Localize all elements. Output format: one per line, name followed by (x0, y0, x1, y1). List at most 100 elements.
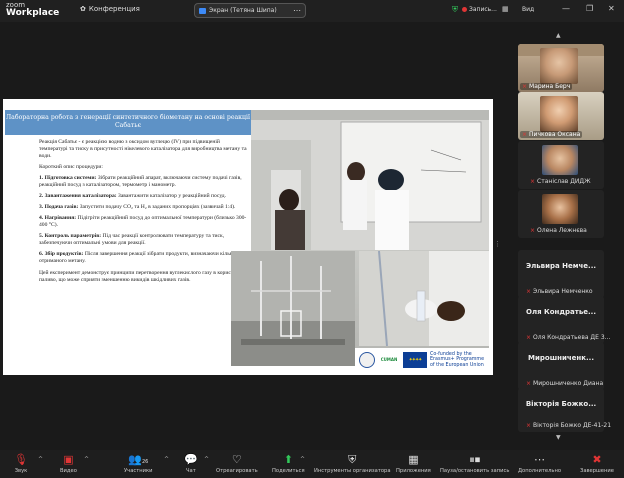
participant-tile[interactable]: Оля Кондратье... ⨯ Оля Кондратьева ДЕ 3.… (518, 296, 610, 344)
slide-title: Лабораторна робота з генерації синтетичн… (5, 110, 251, 135)
lab-photo-apparatus-drawing (231, 251, 355, 366)
chat-icon: 💬 (184, 453, 198, 466)
participant-name-tag: ⨯ Оля Кондратьева ДЕ 3... (526, 334, 611, 341)
participant-name-tag: ⨯ Вікторія Божко ДЕ-41-21 (526, 422, 612, 429)
participant-tile[interactable]: ⨯ Пичкова Оксана (518, 92, 604, 140)
mic-muted-icon: ⨯ (530, 227, 536, 234)
participant-name-tag: ⨯ Марина Берч (520, 83, 573, 90)
minimize-icon[interactable]: — (562, 4, 570, 13)
close-icon[interactable]: ✕ (608, 4, 615, 13)
chat-options-chevron-icon[interactable]: ^ (204, 456, 209, 463)
mic-muted-icon: ⨯ (526, 380, 532, 387)
participant-name-tag: ⨯ Эльвира Немченко (526, 288, 593, 295)
more-button[interactable]: ⋯ Дополнительно (518, 453, 561, 474)
erasmus-caption: Co-funded by the Erasmus+ Programme of t… (430, 351, 485, 368)
participant-display-name: Оля Кондратье... (526, 308, 596, 316)
share-screen-icon: ⬆ (283, 453, 293, 466)
slide-step: 5. Контроль параметрів: Під час реакції … (39, 233, 225, 246)
mic-button[interactable]: 🎙 Звук (14, 453, 28, 474)
video-off-icon: ▣ (63, 453, 74, 466)
eu-flag-icon: ✦✦✦✦ (403, 352, 427, 368)
participant-tile[interactable]: ⨯ Марина Берч (518, 44, 604, 92)
participants-button[interactable]: 👥26 Участники (124, 453, 153, 474)
participant-name-tag: ⨯ Пичкова Оксана (520, 131, 583, 138)
participant-video (540, 96, 578, 132)
mic-muted-icon: ⨯ (526, 288, 532, 295)
maximize-icon[interactable]: ❐ (586, 4, 593, 13)
participant-tile[interactable]: ⨯ Олена Лежнєва (518, 190, 604, 238)
video-options-chevron-icon[interactable]: ^ (84, 456, 89, 463)
screen-share-pill[interactable]: Экран (Тетяна Шипа) ⋯ (194, 3, 306, 18)
scroll-up-icon[interactable]: ▲ (556, 32, 561, 39)
recording-indicator[interactable]: Запись... (462, 6, 497, 13)
screen-share-label: Экран (Тетяна Шипа) (209, 7, 277, 14)
slide-intro: Реакція Сабатьє - є реакцією водню з окс… (39, 139, 247, 159)
participant-tile[interactable]: Мирошниченк... ⨯ Мирошниченко Диана (518, 342, 604, 390)
mic-muted-icon: ⨯ (530, 178, 536, 185)
record-dot-icon (462, 7, 467, 12)
participant-tile[interactable]: ⨯ Станіслав ДИДЖ (518, 141, 604, 189)
participant-display-name: Мирошниченк... (528, 354, 594, 362)
slide-step: 2. Завантаження каталізатора: Завантажит… (39, 193, 227, 199)
participant-video (540, 48, 578, 84)
react-button[interactable]: ♡ Отреагировать (216, 453, 258, 474)
share-options-chevron-icon[interactable]: ^ (300, 456, 305, 463)
slide-body: Реакція Сабатьє - є реакцією водню з окс… (39, 139, 247, 288)
screen-share-icon (199, 7, 206, 14)
mic-muted-icon: ⨯ (526, 422, 532, 429)
end-call-icon: ✖ (592, 453, 602, 466)
mic-muted-icon: 🎙 (14, 453, 28, 466)
slide-step: 6. Збір продуктів: Після завершення реак… (39, 251, 242, 264)
more-options-icon[interactable]: ⋯ (293, 6, 301, 15)
scroll-down-icon[interactable]: ▼ (556, 434, 561, 441)
recording-label: Запись... (469, 6, 497, 13)
slide-step: 1. Підготовка системи: Зібрати реакційни… (39, 175, 242, 188)
lab-photo-apparatus (231, 251, 355, 366)
cuman-logo: CUMAN (380, 357, 398, 362)
participant-display-name: Эльвира Немче... (525, 262, 597, 270)
mic-muted-icon: ⨯ (522, 83, 528, 90)
conference-label: Конференция (88, 5, 140, 13)
lab-photo-whiteboard-drawing (251, 110, 489, 250)
lab-photo-hands-drawing (359, 251, 489, 346)
video-button[interactable]: ▣ Видео (60, 453, 77, 474)
participant-name-tag: ⨯ Станіслав ДИДЖ (530, 178, 591, 185)
participant-tile[interactable]: Вікторія Божко... ⨯ Вікторія Божко ДЕ-41… (518, 388, 611, 432)
view-menu[interactable]: Вид (522, 6, 534, 13)
heart-icon: ♡ (231, 453, 242, 466)
pause-recording-button[interactable]: ⏸⏹ Пауза/остановить запись (440, 453, 509, 474)
shield-icon[interactable]: ⛨ (452, 5, 458, 15)
meeting-toolbar: 🎙 Звук ^ ▣ Видео ^ 👥26 Участники ^ 💬 Чат… (0, 450, 624, 478)
pause-stop-icon: ⏸⏹ (469, 453, 481, 466)
title-bar: zoom Workplace ✿ Конференция Экран (Тетя… (0, 0, 624, 22)
host-tools-button[interactable]: ⛨ Инструменты организатора (314, 453, 391, 474)
mic-options-chevron-icon[interactable]: ^ (38, 456, 43, 463)
apps-button[interactable]: ▦ Приложения (396, 453, 431, 474)
participant-avatar (542, 145, 578, 175)
participants-options-chevron-icon[interactable]: ^ (164, 456, 169, 463)
mic-muted-icon: ⨯ (526, 334, 532, 341)
participant-tile[interactable]: Эльвира Немче... ⨯ Эльвира Немченко (518, 250, 604, 298)
slide-step: 3. Подача газів: Запустити подачу CO₂ та… (39, 204, 236, 210)
grid-icon[interactable]: ▦ (502, 5, 509, 13)
participant-name-tag: ⨯ Олена Лежнєва (530, 227, 587, 234)
mic-muted-icon: ⨯ (522, 131, 528, 138)
more-icon: ⋯ (534, 453, 546, 466)
logo-workplace-text: Workplace (6, 8, 60, 18)
splitter-handle-icon[interactable]: ⋮ (494, 240, 501, 252)
university-logo-icon (359, 352, 375, 368)
shared-screen-slide: Лабораторна робота з генерації синтетичн… (3, 99, 493, 375)
end-meeting-button[interactable]: ✖ Завершение (580, 453, 614, 474)
lab-photo-hands (359, 251, 489, 346)
shield-icon: ⛨ (348, 453, 357, 466)
paw-icon: ✿ (80, 5, 86, 13)
apps-icon: ▦ (408, 453, 419, 466)
chat-button[interactable]: 💬 Чат (184, 453, 198, 474)
participants-icon: 👥26 (128, 453, 149, 466)
slide-step: 4. Нагрівання: Підігріти реакційний посу… (39, 215, 247, 228)
slide-conclusion: Цей експеримент демонструє принципи пере… (39, 270, 237, 283)
slide-short-desc: Короткий опис процедури: (39, 164, 103, 170)
zoom-window: zoom Workplace ✿ Конференция Экран (Тетя… (0, 0, 624, 478)
conference-menu[interactable]: ✿ Конференция (80, 5, 140, 13)
participant-name-tag: ⨯ Мирошниченко Диана (526, 380, 604, 387)
